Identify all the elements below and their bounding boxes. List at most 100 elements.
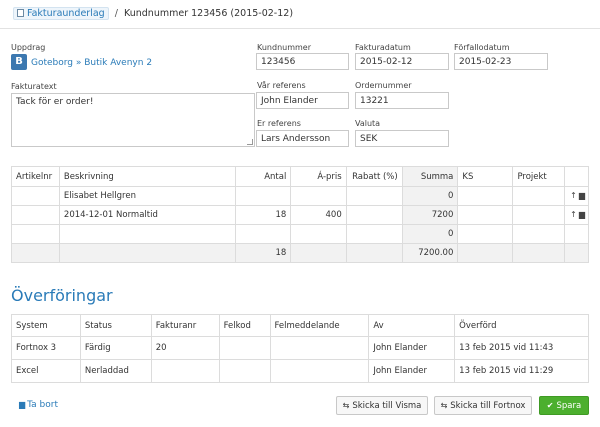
fakturadatum-field[interactable]: 2015-02-12 — [355, 53, 449, 70]
ks-cell[interactable] — [457, 224, 514, 244]
totals-row: 18 7200.00 — [11, 243, 589, 263]
fakturatext-textarea[interactable]: Tack för er order! — [11, 93, 255, 147]
rabatt-cell[interactable] — [345, 224, 403, 244]
antal-cell[interactable]: 18 — [234, 205, 292, 225]
total-summa: 7200.00 — [401, 243, 459, 263]
trash-icon[interactable]: ▆ — [579, 191, 585, 200]
projekt-cell[interactable] — [512, 186, 566, 206]
column-header: KS — [457, 166, 514, 187]
system-cell: Fortnox 3 — [11, 336, 81, 360]
er-referens-label: Er referens — [257, 119, 301, 128]
column-header: Felkod — [218, 314, 271, 337]
table-header-row: Artikelnr Beskrivning Antal Á-pris Rabat… — [11, 166, 589, 187]
column-header: Felmeddelande — [269, 314, 370, 337]
artikelnr-cell[interactable] — [11, 186, 60, 206]
beskrivning-cell[interactable]: Elisabet Hellgren — [58, 186, 236, 206]
totals-empty-cell — [512, 243, 566, 263]
breadcrumb-separator: / — [114, 8, 118, 19]
felmeddelande-cell — [269, 336, 370, 360]
column-header: Beskrivning — [58, 166, 236, 187]
table-header-row: System Status Fakturanr Felkod Felmeddel… — [11, 314, 589, 337]
ks-cell[interactable] — [457, 205, 514, 225]
table-row: 0 — [11, 224, 589, 244]
breadcrumb-link-label[interactable]: Fakturaunderlag — [27, 8, 105, 19]
rabatt-cell[interactable] — [345, 205, 403, 225]
check-icon: ✔ — [546, 401, 554, 410]
transfer-icon: ⇆ — [440, 401, 448, 410]
ks-cell[interactable] — [457, 186, 514, 206]
move-up-icon[interactable]: ↑ — [570, 191, 577, 200]
status-cell: Färdig — [79, 336, 152, 360]
er-referens-field[interactable]: Lars Andersson — [256, 130, 349, 147]
send-visma-label: Skicka till Visma — [352, 401, 422, 411]
rabatt-cell[interactable] — [345, 186, 403, 206]
column-header-actions — [564, 166, 589, 187]
valuta-field[interactable]: SEK — [355, 130, 449, 147]
fakturanr-cell — [150, 359, 220, 383]
overford-cell: 13 feb 2015 vid 11:29 — [454, 359, 589, 383]
breadcrumb-link-fakturaunderlag[interactable]: Fakturaunderlag — [13, 7, 109, 20]
invoice-rows-table: Artikelnr Beskrivning Antal Á-pris Rabat… — [11, 166, 589, 263]
column-header: System — [11, 314, 81, 337]
felkod-cell — [218, 359, 271, 383]
document-icon — [17, 9, 24, 17]
send-fortnox-label: Skicka till Fortnox — [450, 401, 526, 411]
av-cell: John Elander — [368, 359, 456, 383]
artikelnr-cell[interactable] — [11, 205, 60, 225]
column-header: Överförd — [454, 314, 589, 337]
antal-cell[interactable] — [234, 224, 292, 244]
forfallodatum-field[interactable]: 2015-02-23 — [454, 53, 548, 70]
column-header: Summa — [401, 166, 459, 187]
totals-empty-cell — [58, 243, 236, 263]
projekt-cell[interactable] — [512, 205, 566, 225]
delete-label: Ta bort — [27, 400, 58, 410]
apris-cell[interactable] — [290, 224, 347, 244]
column-header: Fakturanr — [150, 314, 220, 337]
kundnummer-field[interactable]: 123456 — [256, 53, 349, 70]
send-fortnox-button[interactable]: ⇆ Skicka till Fortnox — [434, 396, 532, 415]
felkod-cell — [218, 336, 271, 360]
column-header: Status — [79, 314, 152, 337]
totals-empty-cell — [457, 243, 514, 263]
row-actions: ↑ ▆ — [564, 205, 589, 225]
totals-empty-cell — [11, 243, 60, 263]
move-up-icon[interactable]: ↑ — [570, 210, 577, 219]
uppdrag-link[interactable]: Goteborg » Butik Avenyn 2 — [31, 58, 152, 68]
table-row: 2014-12-01 Normaltid 18 400 7200 ↑ ▆ — [11, 205, 589, 225]
system-cell: Excel — [11, 359, 81, 383]
apris-cell[interactable]: 400 — [290, 205, 347, 225]
var-referens-field[interactable]: John Elander — [256, 92, 349, 109]
totals-empty-cell — [564, 243, 589, 263]
trash-icon[interactable]: ▆ — [579, 210, 585, 219]
forfallodatum-label: Förfallodatum — [454, 43, 510, 52]
projekt-cell[interactable] — [512, 224, 566, 244]
transfer-icon: ⇆ — [342, 401, 350, 410]
column-header: Antal — [234, 166, 292, 187]
uppdrag-label: Uppdrag — [11, 43, 46, 52]
trash-icon: ▆ — [19, 400, 26, 409]
felmeddelande-cell — [269, 359, 370, 383]
delete-button[interactable]: ▆ Ta bort — [19, 400, 58, 410]
av-cell: John Elander — [368, 336, 456, 360]
column-header: Artikelnr — [11, 166, 60, 187]
uppdrag-badge: B — [11, 54, 27, 70]
transfers-table: System Status Fakturanr Felkod Felmeddel… — [11, 314, 589, 383]
save-label: Spara — [556, 401, 582, 411]
beskrivning-cell[interactable] — [58, 224, 236, 244]
kundnummer-label: Kundnummer — [257, 43, 312, 52]
resize-grip-icon[interactable] — [247, 139, 253, 145]
fakturatext-label: Fakturatext — [11, 82, 57, 91]
column-header: Rabatt (%) — [345, 166, 403, 187]
column-header: Av — [368, 314, 456, 337]
total-antal: 18 — [234, 243, 292, 263]
send-visma-button[interactable]: ⇆ Skicka till Visma — [336, 396, 428, 415]
ordernummer-label: Ordernummer — [355, 81, 412, 90]
breadcrumb-current: Kundnummer 123456 (2015-02-12) — [123, 8, 294, 19]
antal-cell[interactable] — [234, 186, 292, 206]
beskrivning-cell[interactable]: 2014-12-01 Normaltid — [58, 205, 236, 225]
transfers-title: Överföringar — [11, 286, 113, 305]
ordernummer-field[interactable]: 13221 — [355, 92, 449, 109]
artikelnr-cell[interactable] — [11, 224, 60, 244]
save-button[interactable]: ✔ Spara — [539, 396, 589, 415]
apris-cell[interactable] — [290, 186, 347, 206]
